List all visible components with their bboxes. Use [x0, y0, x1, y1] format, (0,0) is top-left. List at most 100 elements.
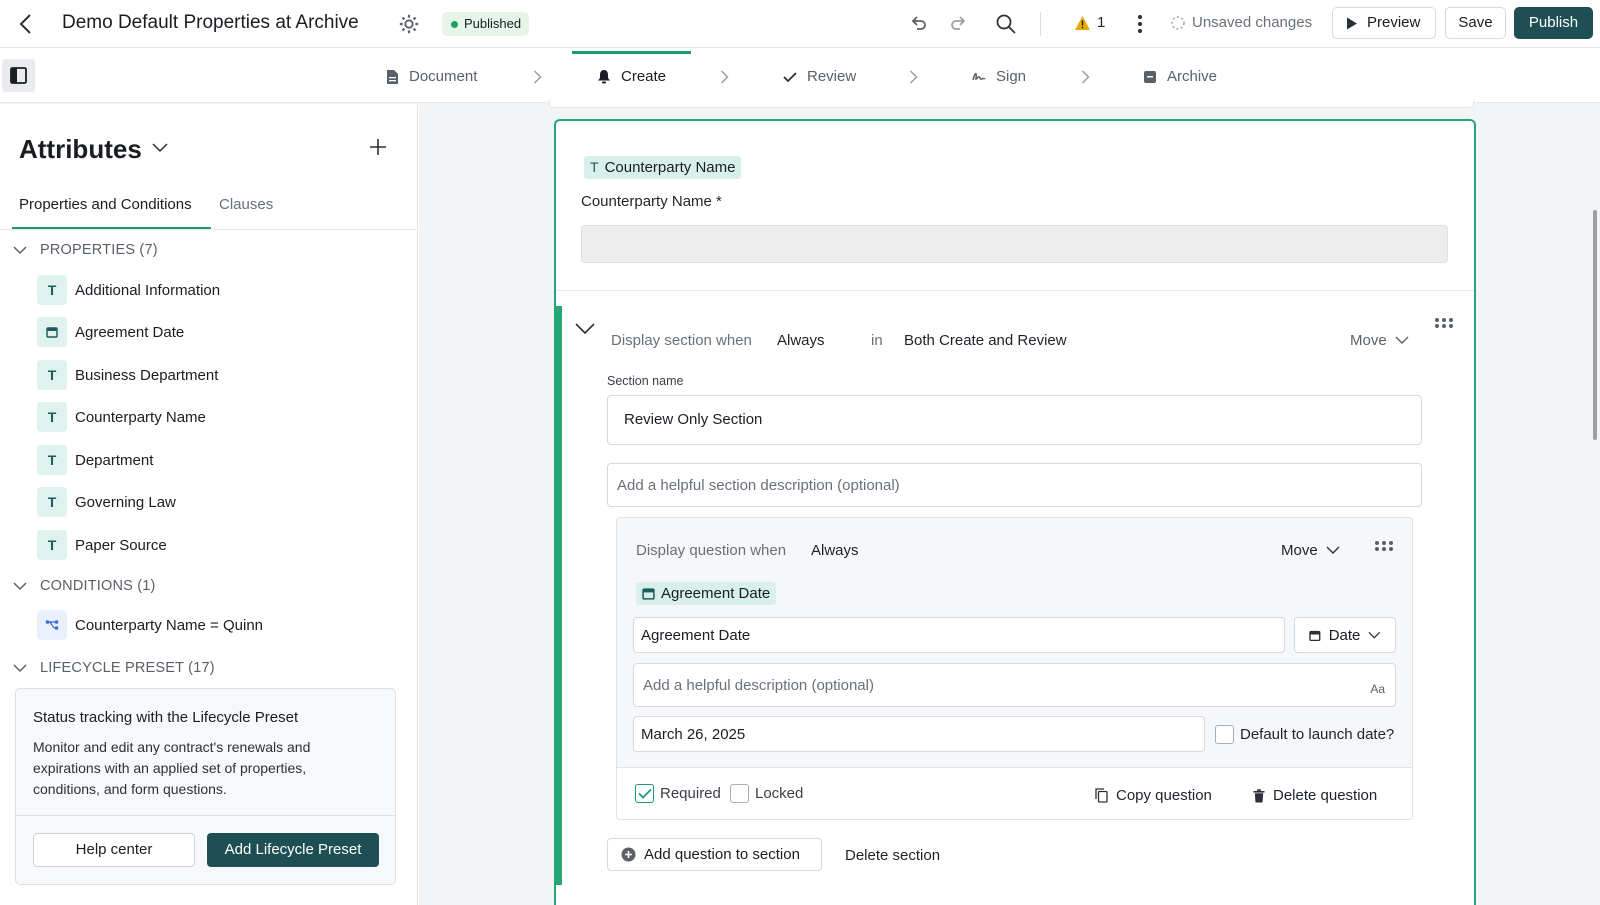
chevron-down-icon	[1368, 631, 1381, 639]
divider	[1040, 12, 1041, 36]
property-item[interactable]: T Additional Information	[37, 275, 220, 305]
counterparty-name-input[interactable]	[581, 225, 1448, 263]
pill-label: Counterparty Name	[604, 159, 736, 176]
step-label: Review	[807, 68, 857, 85]
delete-section-button[interactable]: Delete section	[845, 847, 940, 864]
redo-icon[interactable]	[949, 14, 969, 34]
checkmark-icon	[638, 788, 652, 799]
question-move-dropdown[interactable]: Move	[1281, 542, 1340, 559]
lifecycle-preset-header[interactable]: LIFECYCLE PRESET (17)	[40, 660, 215, 676]
section-description-input[interactable]: Add a helpful section description (optio…	[607, 463, 1422, 507]
plus-circle-icon	[621, 847, 636, 862]
help-center-button[interactable]: Help center	[33, 833, 195, 867]
delete-question-button[interactable]: Delete question	[1253, 787, 1377, 804]
publish-button[interactable]: Publish	[1514, 7, 1593, 39]
question-description-input[interactable]: Add a helpful description (optional) Aa	[633, 663, 1396, 707]
step-archive[interactable]: Archive	[1143, 68, 1217, 85]
section-move-dropdown[interactable]: Move	[1350, 332, 1409, 349]
default-launch-date-checkbox[interactable]	[1215, 725, 1234, 744]
tab-clauses[interactable]: Clauses	[219, 196, 273, 213]
help-center-label: Help center	[75, 841, 153, 858]
preview-button[interactable]: Preview	[1332, 7, 1436, 39]
required-checkbox[interactable]	[635, 784, 654, 803]
chevron-down-icon[interactable]	[13, 246, 27, 255]
property-item[interactable]: T Business Department	[37, 360, 218, 390]
play-icon	[1347, 17, 1357, 30]
chevron-down-icon[interactable]	[13, 664, 27, 673]
scrollbar-thumb[interactable]	[1593, 210, 1597, 440]
add-question-label: Add question to section	[644, 846, 800, 863]
sidebar-toggle-icon[interactable]	[2, 59, 35, 92]
property-item[interactable]: Agreement Date	[37, 317, 184, 347]
property-label: Governing Law	[75, 493, 176, 511]
add-attribute-icon[interactable]	[369, 138, 387, 156]
save-button[interactable]: Save	[1445, 7, 1506, 39]
question-type-select[interactable]: Date	[1294, 617, 1396, 653]
top-bar: Demo Default Properties at Archive Publi…	[0, 0, 1600, 48]
calendar-icon	[37, 317, 67, 347]
active-step-indicator	[572, 51, 691, 54]
properties-header[interactable]: PROPERTIES (7)	[40, 242, 158, 258]
text-type-icon: T	[37, 530, 67, 560]
property-item[interactable]: T Department	[37, 445, 153, 475]
text-type-icon: T	[37, 445, 67, 475]
text-type-icon: T	[37, 275, 67, 305]
section-display-label: Display section when	[611, 332, 752, 349]
step-review[interactable]: Review	[783, 68, 856, 85]
locked-checkbox[interactable]	[730, 784, 749, 803]
section-description-placeholder: Add a helpful section description (optio…	[617, 477, 900, 494]
copy-question-button[interactable]: Copy question	[1095, 787, 1212, 804]
undo-icon[interactable]	[908, 14, 928, 34]
preset-card-body: Monitor and edit any contract's renewals…	[33, 739, 311, 797]
add-question-to-section-button[interactable]: Add question to section	[607, 838, 822, 871]
section-stage-select[interactable]: Both Create and Review	[904, 332, 1067, 349]
copy-question-label: Copy question	[1116, 787, 1212, 804]
section-name-input[interactable]: Review Only Section	[607, 395, 1422, 445]
search-icon[interactable]	[995, 13, 1017, 35]
default-date-input[interactable]: March 26, 2025	[633, 716, 1205, 752]
preview-label: Preview	[1367, 14, 1421, 31]
chevron-right-icon	[533, 70, 542, 84]
question-display-select[interactable]: Always	[811, 542, 859, 559]
warning-count[interactable]: 1	[1097, 14, 1105, 31]
tab-properties-and-conditions[interactable]: Properties and Conditions	[19, 196, 192, 213]
gear-icon[interactable]	[398, 13, 420, 35]
step-label: Archive	[1167, 68, 1218, 85]
section-accent-bar	[556, 306, 562, 885]
drag-handle-icon[interactable]	[1434, 317, 1454, 329]
check-icon	[783, 71, 797, 82]
property-item[interactable]: T Paper Source	[37, 530, 167, 560]
warning-icon[interactable]	[1074, 15, 1091, 31]
question-name-input[interactable]: Agreement Date	[633, 617, 1285, 653]
step-document[interactable]: Document	[386, 68, 477, 85]
question-display-label: Display question when	[636, 542, 787, 559]
trash-icon	[1253, 788, 1265, 802]
property-item[interactable]: T Governing Law	[37, 487, 176, 517]
question-description-placeholder: Add a helpful description (optional)	[643, 677, 874, 694]
step-label: Create	[621, 68, 667, 85]
property-item[interactable]: T Counterparty Name	[37, 402, 206, 432]
attributes-title[interactable]: Attributes	[19, 134, 142, 165]
collapse-section-chevron-icon[interactable]	[575, 323, 595, 335]
step-sign[interactable]: Sign	[972, 68, 1026, 85]
back-arrow-icon[interactable]	[16, 12, 36, 36]
copy-icon	[1095, 788, 1108, 803]
drag-handle-icon[interactable]	[1374, 540, 1394, 552]
more-vertical-icon[interactable]	[1136, 13, 1144, 35]
calendar-icon	[1309, 630, 1321, 641]
chevron-down-icon[interactable]	[152, 143, 168, 153]
property-label: Business Department	[75, 366, 219, 384]
condition-label: Counterparty Name = Quinn	[75, 616, 264, 634]
step-create[interactable]: Create	[597, 68, 666, 85]
section-display-select[interactable]: Always	[777, 332, 825, 349]
chevron-right-icon	[720, 70, 729, 84]
chevron-down-icon[interactable]	[13, 582, 27, 591]
add-lifecycle-preset-label: Add Lifecycle Preset	[224, 841, 362, 858]
text-format-toggle[interactable]: Aa	[1370, 682, 1385, 696]
condition-item[interactable]: Counterparty Name = Quinn	[37, 610, 263, 640]
lifecycle-preset-card: Status tracking with the Lifecycle Prese…	[15, 688, 396, 885]
add-lifecycle-preset-button[interactable]: Add Lifecycle Preset	[207, 833, 379, 867]
conditions-header[interactable]: CONDITIONS (1)	[40, 578, 156, 594]
chevron-down-icon	[1395, 336, 1409, 344]
document-icon	[387, 69, 398, 84]
